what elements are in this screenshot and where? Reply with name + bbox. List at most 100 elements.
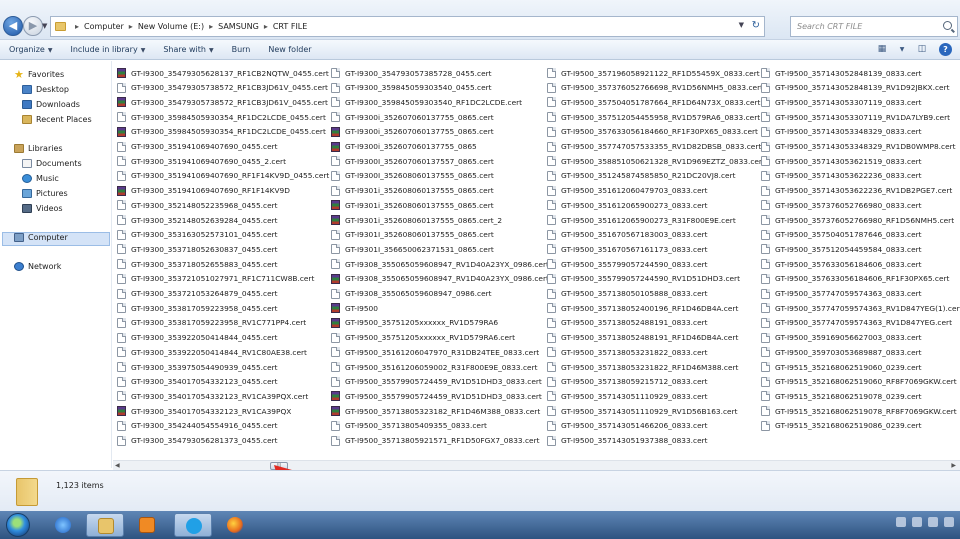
file-item[interactable]: GT-I9300_353975054490939_0455.cert	[117, 360, 278, 374]
file-item[interactable]: GT-I9300_351941069407690_RF1F14KV9D_0455…	[117, 169, 329, 183]
file-item[interactable]: GT-I9300_35479305628137_RF1CB2NQTW_0455.…	[117, 66, 329, 80]
file-item[interactable]: GT-I9300i_352607060137755_0865.cert	[331, 125, 494, 139]
nav-libraries[interactable]: Libraries	[14, 144, 63, 153]
file-item[interactable]: GT-I9300_354244054554916_0455.cert	[117, 419, 278, 433]
file-item[interactable]: GT-I9300I_352608060137555_0865.cert	[331, 169, 494, 183]
file-item[interactable]: GT-I9300_353922050414844_0455.cert	[117, 331, 278, 345]
file-item[interactable]: GT-I9500_357138053231822_0833.cert	[547, 345, 708, 359]
file-item[interactable]: GT-I9500_357143053622236_RV1DB2PGE7.cert	[761, 184, 952, 198]
breadcrumb[interactable]: ▸ Computer ▸ New Volume (E:) ▸ SAMSUNG ▸…	[50, 16, 765, 37]
file-item[interactable]: GT-I9500_357747059574363_0833.cert	[761, 287, 922, 301]
file-item[interactable]: GT-I9300i_352607060137755_0865	[331, 140, 477, 154]
file-item[interactable]: GT-I9500_357143053348329_RV1DB0WMP8.cert	[761, 140, 956, 154]
burn-button[interactable]: Burn	[223, 45, 260, 54]
file-item[interactable]: GT-I9500_35579905724459_RV1D51DHD3_0833.…	[331, 389, 542, 403]
file-item[interactable]: GT-I9500_357196058921122_RF1D55459X_0833…	[547, 66, 760, 80]
file-item[interactable]: GT-I9300_35984505930354_RF1DC2LCDE_0455.…	[117, 110, 326, 124]
file-item[interactable]: GT-I9300_35479305738572_RF1CB3JD61V_0455…	[117, 81, 328, 95]
file-item[interactable]: GT-I9308_355065059608947_RV1D40A23YX_098…	[331, 272, 549, 286]
breadcrumb-crt-file[interactable]: CRT FILE	[273, 22, 307, 31]
file-item[interactable]: GT-I9500_357138059215712_0833.cert	[547, 375, 708, 389]
file-item[interactable]: GT-I9500_357633056184606_0833.cert	[761, 257, 922, 271]
taskbar-skype[interactable]	[174, 513, 212, 537]
file-item[interactable]: GT-I9300_354017054332123_RV1CA39PQX	[117, 404, 291, 418]
file-item[interactable]: GT-I9500_357143053348329_0833.cert	[761, 125, 922, 139]
file-item[interactable]: GT-I9301I_352608060137555_0865.cert	[331, 228, 494, 242]
file-item[interactable]: GT-I9500_357143053622236_0833.cert	[761, 169, 922, 183]
file-item[interactable]: GT-I9500_35161206059002_R31F800E9E_0833.…	[331, 360, 538, 374]
start-button[interactable]	[6, 513, 30, 537]
file-item[interactable]: GT-I9300_353922050414844_RV1C80AE38.cert	[117, 345, 307, 359]
file-item[interactable]: GT-I9500_351670567161173_0833.cert	[547, 242, 708, 256]
file-item[interactable]: GT-I9300_353163052573101_0455.cert	[117, 228, 278, 242]
file-item[interactable]: GT-I9500_357376052766698_RV1D56NMH5_0833…	[547, 81, 763, 95]
file-item[interactable]: GT-I9300_35984505930354_RF1DC2LCDE_0455.…	[117, 125, 326, 139]
file-item[interactable]: GT-I9500_35713805409355_0833.cert	[331, 419, 487, 433]
file-item[interactable]: GT-I9500_357143051110929_RV1D56B163.cert	[547, 404, 738, 418]
file-item[interactable]: GT-I9500_358851050621328_RV1D969EZTZ_083…	[547, 154, 765, 168]
horizontal-scrollbar[interactable]: ◀ ||| ▶	[113, 460, 960, 470]
breadcrumb-chevron-icon[interactable]: ▸	[264, 22, 268, 31]
file-item[interactable]: GT-I9500_357138053231822_RF1D46M388.cert	[547, 360, 738, 374]
file-item[interactable]: GT-I9500_357747057533355_RV1D82DBSB_0833…	[547, 140, 761, 154]
file-item[interactable]: GT-I9300_359845059303540_RF1DC2LCDE.cert	[331, 95, 522, 109]
file-item[interactable]: GT-I9500_357633056184660_RF1F30PX65_0833…	[547, 125, 758, 139]
organize-button[interactable]: Organize ▼	[0, 45, 61, 54]
tray-up-arrow-icon[interactable]	[896, 517, 906, 527]
nav-computer[interactable]: Computer	[14, 233, 68, 242]
scroll-right-arrow-icon[interactable]: ▶	[951, 462, 956, 469]
file-item[interactable]: GT-I9500_357143052848139_0833.cert	[761, 66, 922, 80]
file-item[interactable]: GT-I9300_351941069407690_0455.cert	[117, 140, 278, 154]
file-item[interactable]: GT-I9500_357143053621519_0833.cert	[761, 154, 922, 168]
file-item[interactable]: GT-I9515_352168062519078_0239.cert	[761, 389, 922, 403]
taskbar-firefox[interactable]	[216, 513, 254, 537]
tray-network-icon[interactable]	[912, 517, 922, 527]
scroll-left-arrow-icon[interactable]: ◀	[115, 462, 120, 469]
change-view-icon[interactable]: ▦	[875, 43, 889, 56]
file-item[interactable]: GT-I9301i_352608060137555_0865.cert	[331, 198, 494, 212]
recent-pages-dropdown-icon[interactable]: ▼	[42, 22, 47, 30]
search-input[interactable]: Search CRT FILE	[790, 16, 958, 37]
share-with-button[interactable]: Share with ▼	[154, 45, 222, 54]
file-item[interactable]: GT-I9300_354793056281373_0455.cert	[117, 434, 278, 448]
file-item[interactable]: GT-I9300_35479305738572_RF1CB3JD61V_0455…	[117, 95, 328, 109]
file-item[interactable]: GT-I9300_359845059303540_0455.cert	[331, 81, 492, 95]
nav-favorites[interactable]: ★ Favorites	[14, 69, 64, 80]
file-item[interactable]: GT-I9500_357747059574363_RV1D847YEG.cert	[761, 316, 952, 330]
file-item[interactable]: GT-I9301i_352608060137555_0865.cert_2	[331, 213, 502, 227]
search-icon[interactable]	[943, 21, 952, 30]
file-item[interactable]: GT-I9500_357747059574363_RV1D847YEG(1).c…	[761, 301, 960, 315]
file-item[interactable]: GT-I9300_353721053264879_0455.cert	[117, 287, 278, 301]
nav-downloads[interactable]: Downloads	[22, 100, 80, 109]
tray-volume-icon[interactable]	[944, 517, 954, 527]
file-item[interactable]: GT-I9500_357138052400196_RF1D46DB4A.cert	[547, 301, 738, 315]
back-button[interactable]: ◀	[3, 16, 23, 36]
file-item[interactable]: GT-I9500_357512054459584_0833.cert	[761, 242, 922, 256]
file-item[interactable]: GT-I9500_359169056627003_0833.cert	[761, 331, 922, 345]
nav-videos[interactable]: Videos	[22, 204, 63, 213]
file-item[interactable]: GT-I9500_35579905724459_RV1D51DHD3_0833.…	[331, 375, 542, 389]
file-item[interactable]: GT-I9500_357143051110929_0833.cert	[547, 389, 708, 403]
file-item[interactable]: GT-I9500_357143051466206_0833.cert	[547, 419, 708, 433]
file-item[interactable]: GT-I9500_35161206047970_R31DB24TEE_0833.…	[331, 345, 539, 359]
nav-documents[interactable]: Documents	[22, 159, 82, 168]
file-item[interactable]: GT-I9500_351670567183003_0833.cert	[547, 228, 708, 242]
file-item[interactable]: GT-I9515_352168062519060_RF8F7069GKW.cer…	[761, 375, 957, 389]
file-item[interactable]: GT-I9500_351612060479703_0833.cert	[547, 184, 708, 198]
file-item[interactable]: GT-I9308_355065059608947_RV1D40A23YX_098…	[331, 257, 549, 271]
nav-music[interactable]: Music	[22, 174, 59, 183]
file-item[interactable]: GT-I9500_357512054455958_RV1D579RA6_0833…	[547, 110, 760, 124]
file-item[interactable]: GT-I9500	[331, 301, 378, 315]
file-item[interactable]: GT-I9500_357143051937388_0833.cert	[547, 434, 708, 448]
file-item[interactable]: GT-I9308_355065059608947_0986.cert	[331, 287, 492, 301]
file-list[interactable]: GT-I9300_35479305628137_RF1CB2NQTW_0455.…	[113, 62, 960, 459]
breadcrumb-chevron-icon[interactable]: ▸	[209, 22, 213, 31]
taskbar-internet-explorer[interactable]	[44, 513, 82, 537]
file-item[interactable]: GT-I9500_357143053307119_0833.cert	[761, 95, 922, 109]
file-item[interactable]: GT-I9515_352168062519086_0239.cert	[761, 419, 922, 433]
file-item[interactable]: GT-I9500_357138052488191_RF1D46DB4A.cert	[547, 331, 738, 345]
help-icon[interactable]: ?	[939, 43, 952, 56]
file-item[interactable]: GT-I9300i_352607060137755_0865.cert	[331, 110, 494, 124]
breadcrumb-chevron-icon[interactable]: ▸	[129, 22, 133, 31]
nav-recent-places[interactable]: Recent Places	[22, 115, 92, 124]
